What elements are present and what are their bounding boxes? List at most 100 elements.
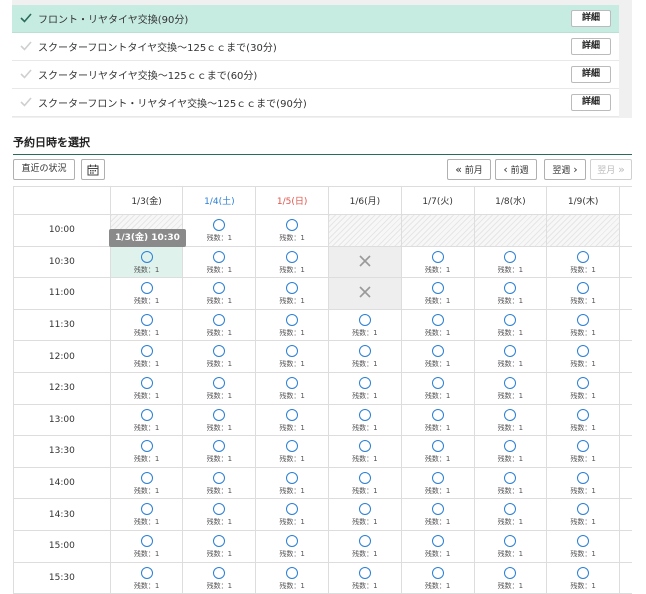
slot-available[interactable]: 残数：1 — [328, 530, 402, 563]
slot-available[interactable]: 残数：1 — [401, 530, 475, 563]
slot-available[interactable]: 残数：1 — [256, 372, 329, 405]
slot-available[interactable]: 残数：1 — [110, 530, 184, 563]
time-label: 14:00 — [14, 467, 111, 500]
available-circle-icon — [213, 282, 226, 295]
slot-available[interactable]: 残数：1 — [183, 530, 257, 563]
slot-available[interactable]: 残数：1 — [474, 341, 548, 373]
next-week-button[interactable]: 翌週 › — [544, 159, 586, 180]
slot-available[interactable]: 残数：1 — [256, 467, 329, 500]
slot-available[interactable]: 残数：1 — [256, 530, 329, 563]
slot-available[interactable]: 残数：1 — [474, 404, 548, 437]
slot-available[interactable]: 残数：1 — [328, 436, 402, 468]
slot-available[interactable]: 残数：1 — [183, 278, 257, 310]
slot-available[interactable]: 残数：1 — [256, 499, 329, 531]
slot-available[interactable]: 残数：1 — [547, 562, 621, 594]
slot-available[interactable]: 残数：1 — [183, 215, 257, 247]
slot-available[interactable]: 残数：1 — [110, 309, 184, 342]
slot-available[interactable]: 残数：1 — [474, 562, 548, 594]
slot-available[interactable]: 残数：1 — [401, 467, 475, 500]
slot-available[interactable]: 残数：1 — [183, 341, 257, 373]
slot-available[interactable]: 残数：1 — [328, 309, 402, 342]
slot-available[interactable]: 残数：1 — [110, 341, 184, 373]
slot-available[interactable]: 残数：1 — [401, 278, 475, 310]
detail-button[interactable]: 詳細 — [571, 38, 611, 55]
slot-available[interactable]: 残数：1 — [547, 372, 621, 405]
slot-available[interactable]: 残数：1 — [328, 341, 402, 373]
slot-available[interactable]: 残数：1 — [401, 404, 475, 437]
calendar-button[interactable] — [81, 159, 105, 180]
slot-available[interactable]: 残数：1 — [547, 278, 621, 310]
slot-available[interactable]: 残数：1 — [474, 467, 548, 500]
slot-available[interactable]: 残数：1 — [256, 246, 329, 279]
slot-available[interactable]: 残数：1 — [256, 309, 329, 342]
slot-available[interactable]: 残数：1 — [474, 278, 548, 310]
slot-available[interactable]: 残数：1 — [547, 404, 621, 437]
slot-available[interactable]: 残数：1 — [474, 246, 548, 279]
slot-available[interactable]: 残数：1 — [256, 341, 329, 373]
slot-available[interactable]: 残数：1 — [401, 309, 475, 342]
slot-available[interactable]: 残数：1 — [110, 278, 184, 310]
slot-available[interactable]: 残数：1 — [547, 309, 621, 342]
slot-available[interactable]: 残数：1 — [110, 499, 184, 531]
slot-available[interactable]: 残数：1 — [474, 309, 548, 342]
slot-available[interactable]: 残数：1 — [328, 372, 402, 405]
slot-available[interactable]: 残数：1 — [183, 246, 257, 279]
slot-selected[interactable]: 残数：1 — [110, 246, 184, 279]
detail-button[interactable]: 詳細 — [571, 94, 611, 111]
slot-available[interactable]: 残数：1 — [328, 404, 402, 437]
slot-available[interactable]: 残数：1 — [256, 278, 329, 310]
slot-available[interactable]: 残数：1 — [256, 215, 329, 247]
slot-available[interactable]: 残数：1 — [547, 436, 621, 468]
slot-available[interactable]: 残数：1 — [256, 436, 329, 468]
slot-available[interactable]: 残数：1 — [328, 562, 402, 594]
slot-available[interactable]: 残数：1 — [401, 499, 475, 531]
slot-available[interactable]: 残数：1 — [256, 562, 329, 594]
available-circle-icon — [577, 503, 590, 516]
next-month-button[interactable]: 翌月 » — [590, 159, 632, 180]
slot-available[interactable]: 残数：1 — [474, 499, 548, 531]
slot-available[interactable]: 残数：1 — [110, 562, 184, 594]
slot-available[interactable]: 残数：1 — [474, 436, 548, 468]
prev-week-button[interactable]: ‹ 前週 — [495, 159, 537, 180]
slot-available[interactable]: 残数：1 — [474, 372, 548, 405]
slot-available[interactable]: 残数：1 — [183, 436, 257, 468]
slot-available[interactable]: 残数：1 — [183, 404, 257, 437]
detail-button[interactable]: 詳細 — [571, 10, 611, 27]
remaining-count: 残数：1 — [279, 234, 305, 242]
slot-available[interactable]: 残数：1 — [401, 436, 475, 468]
slot-available[interactable]: 残数：1 — [547, 341, 621, 373]
menu-item-1[interactable]: スクーターフロントタイヤ交換～125ｃｃまで(30分) 詳細 — [12, 33, 619, 61]
available-circle-icon — [577, 534, 590, 547]
slot-available[interactable]: 残数：1 — [547, 530, 621, 563]
slot-available[interactable]: 残数：1 — [256, 404, 329, 437]
slot-available[interactable]: 残数：1 — [328, 467, 402, 500]
remaining-count: 残数：1 — [279, 265, 305, 274]
slot-available[interactable]: 残数：1 — [110, 372, 184, 405]
slot-available[interactable]: 残数：1 — [401, 562, 475, 594]
slot-available[interactable]: 残数：1 — [183, 562, 257, 594]
slot-available[interactable]: 残数：1 — [183, 499, 257, 531]
menu-item-0[interactable]: フロント・リヤタイヤ交換(90分) 詳細 — [12, 5, 619, 33]
slot-available[interactable]: 残数：1 — [183, 309, 257, 342]
menu-scrollbar[interactable] — [619, 5, 632, 117]
prev-month-button[interactable]: « 前月 — [447, 159, 491, 180]
slot-available[interactable]: 残数：1 — [183, 372, 257, 405]
recent-status-button[interactable]: 直近の状況 — [13, 159, 75, 180]
detail-button[interactable]: 詳細 — [571, 66, 611, 83]
slot-available[interactable]: 残数：1 — [183, 467, 257, 500]
slot-available[interactable]: 残数：1 — [401, 246, 475, 279]
slot-available[interactable]: 残数：1 — [110, 404, 184, 437]
slot-available[interactable]: 残数：1 — [401, 372, 475, 405]
menu-list: フロント・リヤタイヤ交換(90分) 詳細 スクーターフロントタイヤ交換～125ｃ… — [12, 5, 619, 117]
slot-available[interactable]: 残数：1 — [328, 499, 402, 531]
remaining-count: 残数：1 — [352, 423, 378, 432]
slot-available[interactable]: 残数：1 — [547, 499, 621, 531]
menu-item-2[interactable]: スクーターリヤタイヤ交換～125ｃｃまで(60分) 詳細 — [12, 61, 619, 89]
slot-available[interactable]: 残数：1 — [474, 530, 548, 563]
menu-item-3[interactable]: スクーターフロント・リヤタイヤ交換～125ｃｃまで(90分) 詳細 — [12, 89, 619, 117]
slot-available[interactable]: 残数：1 — [547, 246, 621, 279]
slot-available[interactable]: 残数：1 — [401, 341, 475, 373]
slot-available[interactable]: 残数：1 — [547, 467, 621, 500]
slot-available[interactable]: 残数：1 — [110, 436, 184, 468]
slot-available[interactable]: 残数：1 — [110, 467, 184, 500]
